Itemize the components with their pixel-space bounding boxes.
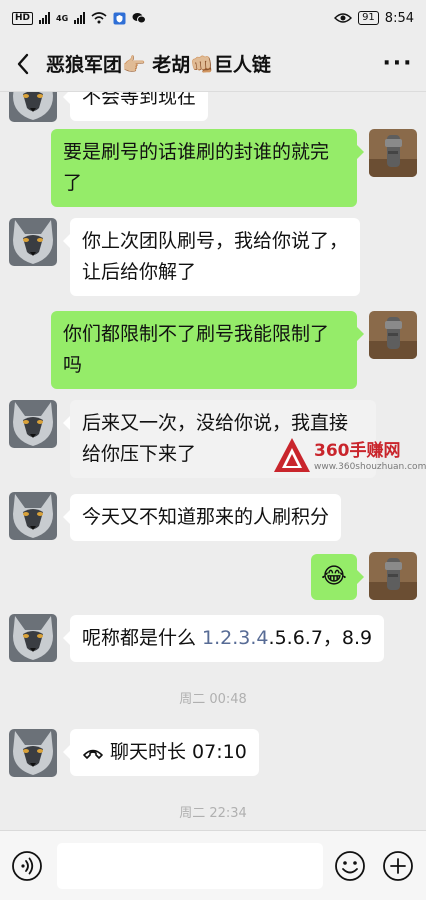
avatar-self[interactable] <box>369 129 417 177</box>
avatar-self[interactable] <box>369 552 417 600</box>
avatar-wolf[interactable] <box>9 492 57 540</box>
back-button[interactable] <box>0 36 46 92</box>
chat-header: 恶狼军团👉🏼 老胡👊🏼巨人链 ··· <box>0 36 426 92</box>
message-incoming[interactable]: 你上次团队刷号，我给你说了，让后给你解了 <box>63 218 360 296</box>
status-bar-left: HD 4G <box>12 11 147 25</box>
avatar-wolf[interactable] <box>9 400 57 448</box>
message-call-record[interactable]: 聊天时长 07:10 <box>63 729 259 776</box>
more-options-button[interactable]: ··· <box>370 36 426 92</box>
plus-button[interactable] <box>382 850 414 882</box>
message-text: 你上次团队刷号，我给你说了，让后给你解了 <box>82 230 349 283</box>
emoji-icon <box>335 851 365 881</box>
network-type-label: 4G <box>56 13 69 23</box>
message-incoming[interactable]: 呢称都是什么 1.2.3.4.5.6.7，8.9 <box>62 615 385 662</box>
message-outgoing-emoji[interactable]: 😂 <box>311 554 364 600</box>
avatar-self[interactable] <box>369 311 417 359</box>
chevron-left-icon <box>17 53 29 74</box>
message-outgoing[interactable]: 要是刷号的话谁刷的封谁的就完了 <box>51 129 364 207</box>
voice-button[interactable] <box>11 850 43 882</box>
message-input[interactable] <box>57 843 323 889</box>
number-link[interactable]: 1.2.3.4 <box>202 627 268 649</box>
message-list[interactable]: 不会等到现在 要是刷号的话谁刷的封谁的就完了 你上次团队刷号，我给你说了，让后给… <box>0 92 426 830</box>
avatar-wolf[interactable] <box>9 729 57 777</box>
message-text: 呢称都是什么 <box>82 627 203 649</box>
timestamp: 周二 00:48 <box>179 692 247 707</box>
emoji-button[interactable] <box>334 850 366 882</box>
status-time: 8:54 <box>384 10 414 26</box>
avatar-wolf[interactable] <box>9 614 57 662</box>
battery-indicator: 91 <box>358 11 379 25</box>
cell-signal-2-icon <box>74 12 86 24</box>
message-incoming[interactable]: 后来又一次，没给你说，我直接给你压下来了 <box>63 400 376 478</box>
call-duration-text: 聊天时长 07:10 <box>110 741 247 763</box>
avatar-wolf[interactable] <box>9 92 57 122</box>
message-text: 今天又不知道那来的人刷积分 <box>82 506 330 528</box>
message-app-icon <box>132 13 147 24</box>
hd-indicator: HD <box>12 11 34 25</box>
chat-title: 恶狼军团👉🏼 老胡👊🏼巨人链 <box>46 54 271 76</box>
message-incoming-partial[interactable]: 不会等到现在 <box>62 92 209 121</box>
wifi-icon <box>91 12 107 24</box>
phone-hangup-icon <box>83 749 103 759</box>
message-text: 要是刷号的话谁刷的封谁的就完了 <box>63 141 330 194</box>
message-incoming[interactable]: 今天又不知道那来的人刷积分 <box>62 494 342 541</box>
status-bar: HD 4G 91 8:54 <box>0 0 426 36</box>
message-text: 你们都限制不了刷号我能限制了吗 <box>63 323 330 376</box>
app-shield-icon <box>113 12 126 24</box>
message-outgoing[interactable]: 你们都限制不了刷号我能限制了吗 <box>51 311 364 389</box>
message-text-suffix: .5.6.7，8.9 <box>268 627 373 649</box>
cell-signal-icon <box>39 12 51 24</box>
eye-comfort-icon <box>334 13 353 23</box>
message-text: 后来又一次，没给你说，我直接给你压下来了 <box>82 412 349 465</box>
message-text: 不会等到现在 <box>82 92 197 108</box>
input-bar <box>0 830 426 900</box>
laughing-crying-emoji: 😂 <box>321 564 347 589</box>
voice-icon <box>12 851 42 881</box>
plus-icon <box>383 851 413 881</box>
status-bar-right: 91 8:54 <box>334 11 414 26</box>
timestamp: 周二 22:34 <box>179 806 247 821</box>
avatar-wolf[interactable] <box>9 218 57 266</box>
